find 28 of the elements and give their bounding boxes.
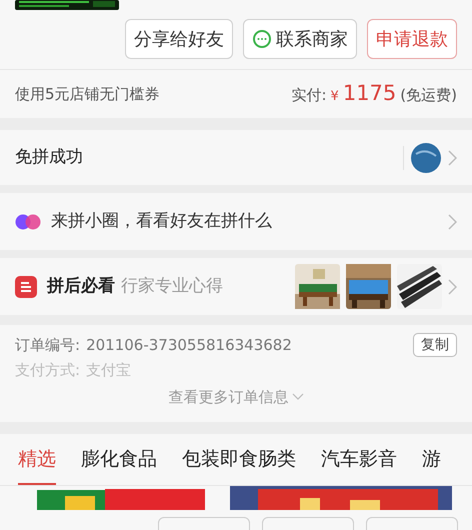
chevron-right-icon <box>448 214 457 230</box>
order-action-button[interactable]: 申请退款 <box>367 19 457 59</box>
order-action-button[interactable]: 分享给好友 <box>125 19 233 59</box>
paid-amount: 1175 <box>342 80 396 108</box>
circles-icon <box>15 214 41 230</box>
payment-method: 支付宝 <box>86 360 132 381</box>
guide-title: 拼后必看 <box>47 274 115 298</box>
chat-bubble-icon <box>252 29 272 49</box>
order-action-button[interactable]: 联系商家 <box>243 19 357 59</box>
currency-symbol: ¥ <box>330 88 339 106</box>
avatar-icon[interactable] <box>410 142 442 174</box>
chevron-right-icon <box>448 150 457 166</box>
copy-button[interactable]: 复制 <box>413 333 457 357</box>
document-icon <box>15 276 37 298</box>
group-status-title: 免拼成功 <box>15 146 84 169</box>
chevron-right-icon <box>448 278 457 294</box>
coupon-text: 使用5元店铺无门槛券 <box>15 84 160 105</box>
category-tab[interactable]: 膨化食品 <box>81 444 157 485</box>
category-tab[interactable]: 包装即食肠类 <box>182 444 296 485</box>
shipping-note: (免运费) <box>400 85 457 106</box>
order-number: 201106-373055816343682 <box>86 334 292 356</box>
order-number-label: 订单编号: <box>15 334 80 356</box>
category-tab[interactable]: 汽车影音 <box>321 444 397 485</box>
paid-label: 实付: <box>291 85 327 106</box>
category-tab[interactable]: 游 <box>422 444 441 485</box>
guide-subtitle: 行家专业心得 <box>121 274 224 298</box>
chevron-down-icon <box>292 393 304 400</box>
payment-method-label: 支付方式: <box>15 360 80 381</box>
